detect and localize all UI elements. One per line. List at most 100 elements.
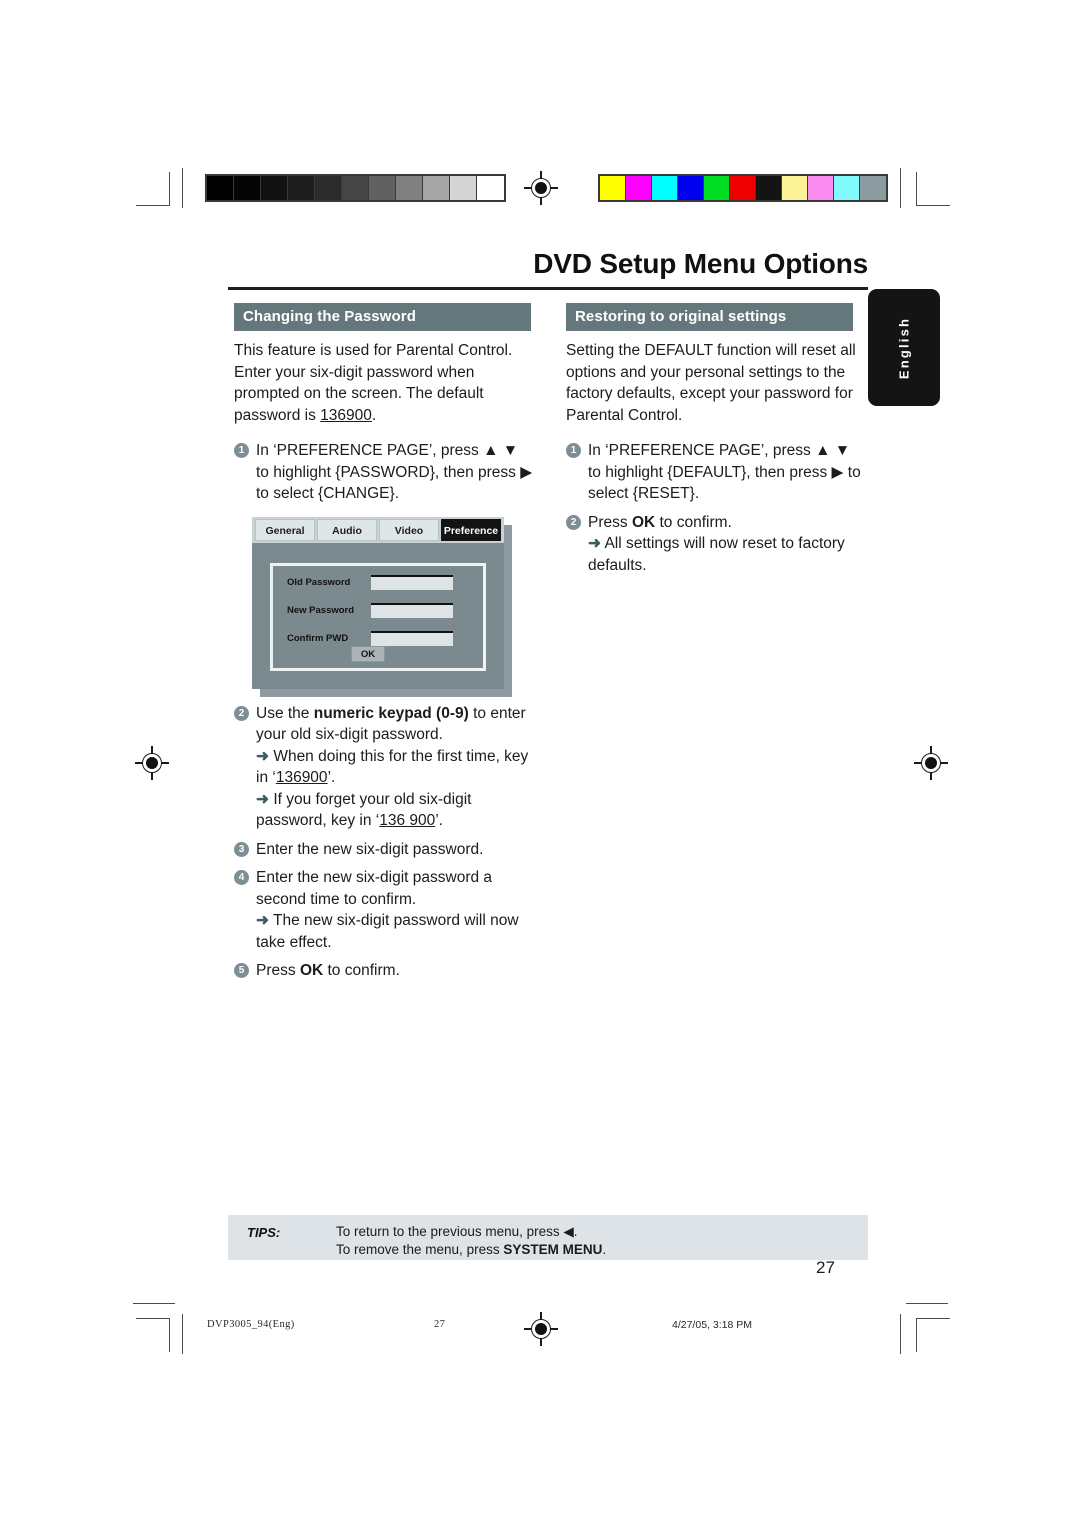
step-text-before: Press [588,513,632,531]
arrow-icon: ➜ [256,790,269,808]
osd-tab-audio[interactable]: Audio [317,518,377,541]
tips-line-1: To return to the previous menu, press ◀. [336,1224,578,1239]
step-note: ➜ If you forget your old six-digit passw… [256,789,534,832]
right-intro-paragraph: Setting the DEFAULT function will reset … [566,342,856,424]
color-patch [860,176,886,200]
step-text: In ‘PREFERENCE PAGE’, press ▲ ▼ to highl… [588,442,861,502]
step-number-badge: 5 [234,963,249,978]
osd-field-row: Old Password [287,572,483,594]
left-step-5: 5 Press OK to confirm. [234,960,534,982]
step-text-before: Use the [256,704,314,722]
osd-tab-video[interactable]: Video [379,518,439,541]
arrow-icon: ➜ [256,747,269,765]
step-number-badge: 1 [234,443,249,458]
left-step-3: 3 Enter the new six-digit password. [234,839,534,861]
step-number-badge: 3 [234,841,249,857]
color-patch [704,176,730,200]
tips-line-2: To remove the menu, press SYSTEM MENU. [336,1241,606,1259]
osd-input-new-password[interactable] [371,603,453,618]
footer-rule-left [133,1303,175,1304]
gray-patch [396,176,423,200]
gray-patch [261,176,288,200]
left-section-heading: Changing the Password [234,303,531,331]
gray-patch [315,176,342,200]
osd-tab-general[interactable]: General [255,518,315,541]
registration-mark-top [524,171,558,205]
right-step-2: 2 Press OK to confirm. ➜ All settings wi… [566,512,866,577]
tips-box: TIPS: To return to the previous menu, pr… [228,1215,868,1260]
osd-screen: General Audio Video Preference Old Passw… [252,516,504,689]
page-title: DVD Setup Menu Options [533,248,868,279]
grayscale-calibration-strip [205,174,506,202]
step-text: Enter the new six-digit password. [256,840,484,858]
title-divider [228,287,868,290]
osd-input-confirm-pwd[interactable] [371,631,453,646]
left-intro-paragraph: This feature is used for Parental Contro… [234,340,534,426]
step-text-before: Press [256,962,300,979]
footer-rule-right [906,1303,948,1304]
language-tab: English [868,289,940,406]
left-step-2: 2 Use the numeric keypad (0-9) to enter … [234,703,534,832]
gray-patch [288,176,315,200]
osd-input-old-password[interactable] [371,575,453,590]
osd-label-new-password: New Password [287,605,355,616]
language-tab-label: English [896,316,912,379]
arrow-icon: ➜ [588,535,601,552]
step-text: In ‘PREFERENCE PAGE’, press ▲ ▼ to highl… [256,442,533,502]
crop-tick-right [900,168,901,208]
step-note: ➜ All settings will now reset to factory… [588,533,866,576]
crop-tick-left [182,168,183,208]
osd-ok-button[interactable]: OK [351,645,385,662]
page-number: 27 [816,1258,835,1277]
step-note: ➜ The new six-digit password will now ta… [256,910,534,953]
default-password-value: 136900 [320,406,372,424]
gray-patch [369,176,396,200]
gray-patch [477,176,504,200]
gray-patch [207,176,234,200]
gray-patch [234,176,261,200]
crop-mark-bottom-right [916,1318,950,1352]
step-number-badge: 4 [234,870,249,885]
tips-line-2-after: . [602,1242,607,1257]
color-patch [678,176,704,200]
color-patch [808,176,834,200]
osd-field-row: Confirm PWD [287,628,483,650]
print-footer-timestamp: 4/27/05, 3:18 PM [672,1319,752,1331]
print-footer-filename: DVP3005_94(Eng) [207,1319,295,1330]
color-calibration-strip [598,174,888,202]
color-patch [652,176,678,200]
crop-mark-bottom-left [136,1318,170,1352]
note-code: 136900 [275,769,328,786]
step-note: ➜ When doing this for the first time, ke… [256,746,534,789]
section-changing-the-password: Changing the Password This feature is us… [234,303,534,989]
registration-mark-right [914,746,948,780]
arrow-icon: ➜ [256,912,269,929]
color-patch [626,176,652,200]
osd-tab-bar: General Audio Video Preference [252,516,504,543]
note-text: The new six-digit password will now take… [256,912,519,951]
system-menu-emphasis: SYSTEM MENU [503,1242,603,1257]
left-step-4: 4 Enter the new six-digit password a sec… [234,867,534,953]
ok-key-emphasis: OK [299,962,324,979]
crop-mark-top-right [916,172,950,206]
crop-mark-top-left [136,172,170,206]
color-patch [730,176,756,200]
note-text: All settings will now reset to factory d… [588,535,845,574]
crop-tick-bottom-right [900,1314,901,1354]
numeric-keypad-emphasis: numeric keypad (0-9) [313,704,469,722]
step-number-badge: 2 [234,705,249,721]
manual-page: DVD Setup Menu Options English Changing … [0,0,1080,1528]
osd-tab-preference[interactable]: Preference [441,518,501,541]
left-intro-after: . [371,406,377,424]
step-text-after: to confirm. [655,513,732,531]
crop-tick-bottom-left [182,1314,183,1354]
registration-mark-bottom [524,1312,558,1346]
step-number-badge: 2 [566,514,581,530]
step-number-badge: 1 [566,443,581,458]
gray-patch [342,176,369,200]
left-step-1: 1 In ‘PREFERENCE PAGE’, press ▲ ▼ to hig… [234,440,534,505]
osd-screen-mockup: General Audio Video Preference Old Passw… [252,516,512,697]
section-restoring-original-settings: Restoring to original settings Setting t… [566,303,866,583]
color-patch [600,176,626,200]
step-text-after: to confirm. [323,962,400,979]
